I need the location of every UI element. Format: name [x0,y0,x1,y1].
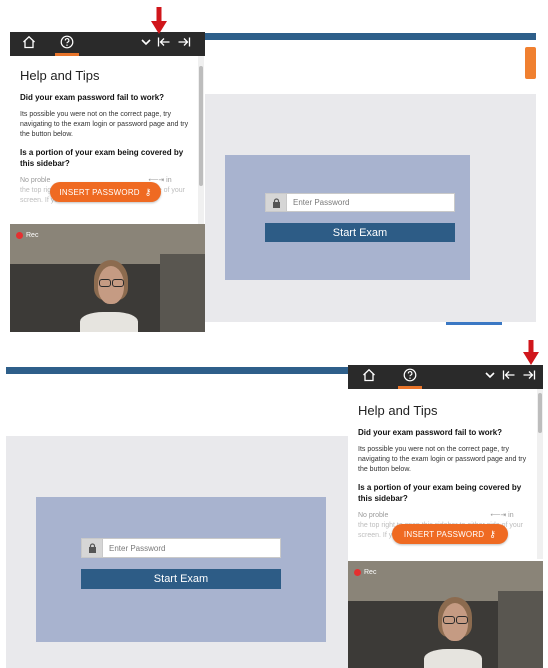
help-circle-icon[interactable] [403,368,417,387]
sidebar-scrollbar[interactable] [198,56,204,224]
answer-covered-lead: No proble [20,177,51,184]
password-field[interactable]: Enter Password [265,193,455,212]
recording-indicator: Rec [354,569,376,576]
chevron-down-icon[interactable] [484,368,496,387]
lock-icon [82,539,103,557]
key-icon: ⚷ [144,186,152,197]
question-covered: Is a portion of your exam being covered … [358,483,522,503]
collapse-left-icon[interactable] [157,35,171,54]
cam-glasses-left [99,279,111,287]
start-exam-button[interactable]: Start Exam [265,223,455,242]
help-sidebar: Help and Tips Did your exam password fai… [10,32,205,332]
answer-covered-lead: No proble [358,512,389,519]
key-icon: ⚷ [489,528,497,539]
answer-covered-start: No proble ⟵⇥ in [358,511,531,521]
scrollbar-thumb[interactable] [199,66,203,186]
sidebar-content: Help and Tips Did your exam password fai… [358,403,531,541]
home-icon[interactable] [22,35,36,54]
collapse-right-icon[interactable] [177,35,191,54]
answer-covered-right: in [166,177,172,184]
question-password: Did your exam password fail to work? [358,428,503,437]
collapse-left-icon[interactable] [502,368,516,387]
sidebar-scrollbar[interactable] [537,389,543,559]
insert-password-label: INSERT PASSWORD [403,529,485,539]
sidebar-title: Help and Tips [20,68,100,83]
cam-glasses-right [456,616,468,624]
rec-label: Rec [26,232,39,239]
start-exam-button[interactable]: Start Exam [81,569,281,589]
recording-indicator: Rec [16,232,38,239]
question-password: Did your exam password fail to work? [20,93,165,102]
screenshot-top-sidebar-left: Enter Password Start Exam Help and Tips [0,0,548,332]
answer-covered-right: in [508,512,514,519]
password-placeholder: Enter Password [109,543,166,553]
lock-icon [266,194,287,211]
side-tab[interactable] [525,47,536,79]
password-placeholder: Enter Password [293,198,350,207]
help-circle-icon[interactable] [60,35,74,54]
exam-header-bar [200,33,536,40]
screenshot-bottom-sidebar-right: Enter Password Start Exam Help and Tips [0,336,548,668]
rec-dot-icon [16,232,23,239]
rec-dot-icon [354,569,361,576]
home-icon[interactable] [362,368,376,387]
collapse-right-icon[interactable] [522,368,536,387]
active-tab-indicator [55,53,79,56]
cam-person-body [424,649,482,668]
sidebar-header [10,32,205,56]
chevron-down-icon[interactable] [140,35,152,54]
sidebar-title: Help and Tips [358,403,438,418]
webcam-preview: Rec [10,224,205,332]
rec-label: Rec [364,569,377,576]
cam-glasses-right [112,279,124,287]
red-arrow-icon [151,7,167,34]
password-card: Enter Password Start Exam [225,155,470,280]
red-arrow-icon [523,340,539,365]
webcam-preview: Rec [348,561,543,668]
scrollbar-thumb[interactable] [538,393,542,433]
cam-person-body [80,312,138,332]
snap-arrows-icon: ⟵⇥ [490,512,507,519]
cam-door [160,254,205,332]
cam-door [498,591,543,668]
insert-password-button[interactable]: INSERT PASSWORD ⚷ [50,182,161,202]
help-sidebar: Help and Tips Did your exam password fai… [348,365,543,668]
answer-password: Its possible you were not on the correct… [358,446,527,473]
page-accent-line [446,322,502,325]
exam-header-bar [6,367,348,374]
sidebar-header [348,365,543,389]
password-card: Enter Password Start Exam [36,497,326,642]
active-tab-indicator [398,386,422,389]
insert-password-label: INSERT PASSWORD [59,187,140,197]
cam-glasses-left [443,616,455,624]
question-covered: Is a portion of your exam being covered … [20,148,184,168]
insert-password-button[interactable]: INSERT PASSWORD ⚷ [392,524,508,544]
answer-password: Its possible you were not on the correct… [20,111,189,138]
password-field[interactable]: Enter Password [81,538,281,558]
